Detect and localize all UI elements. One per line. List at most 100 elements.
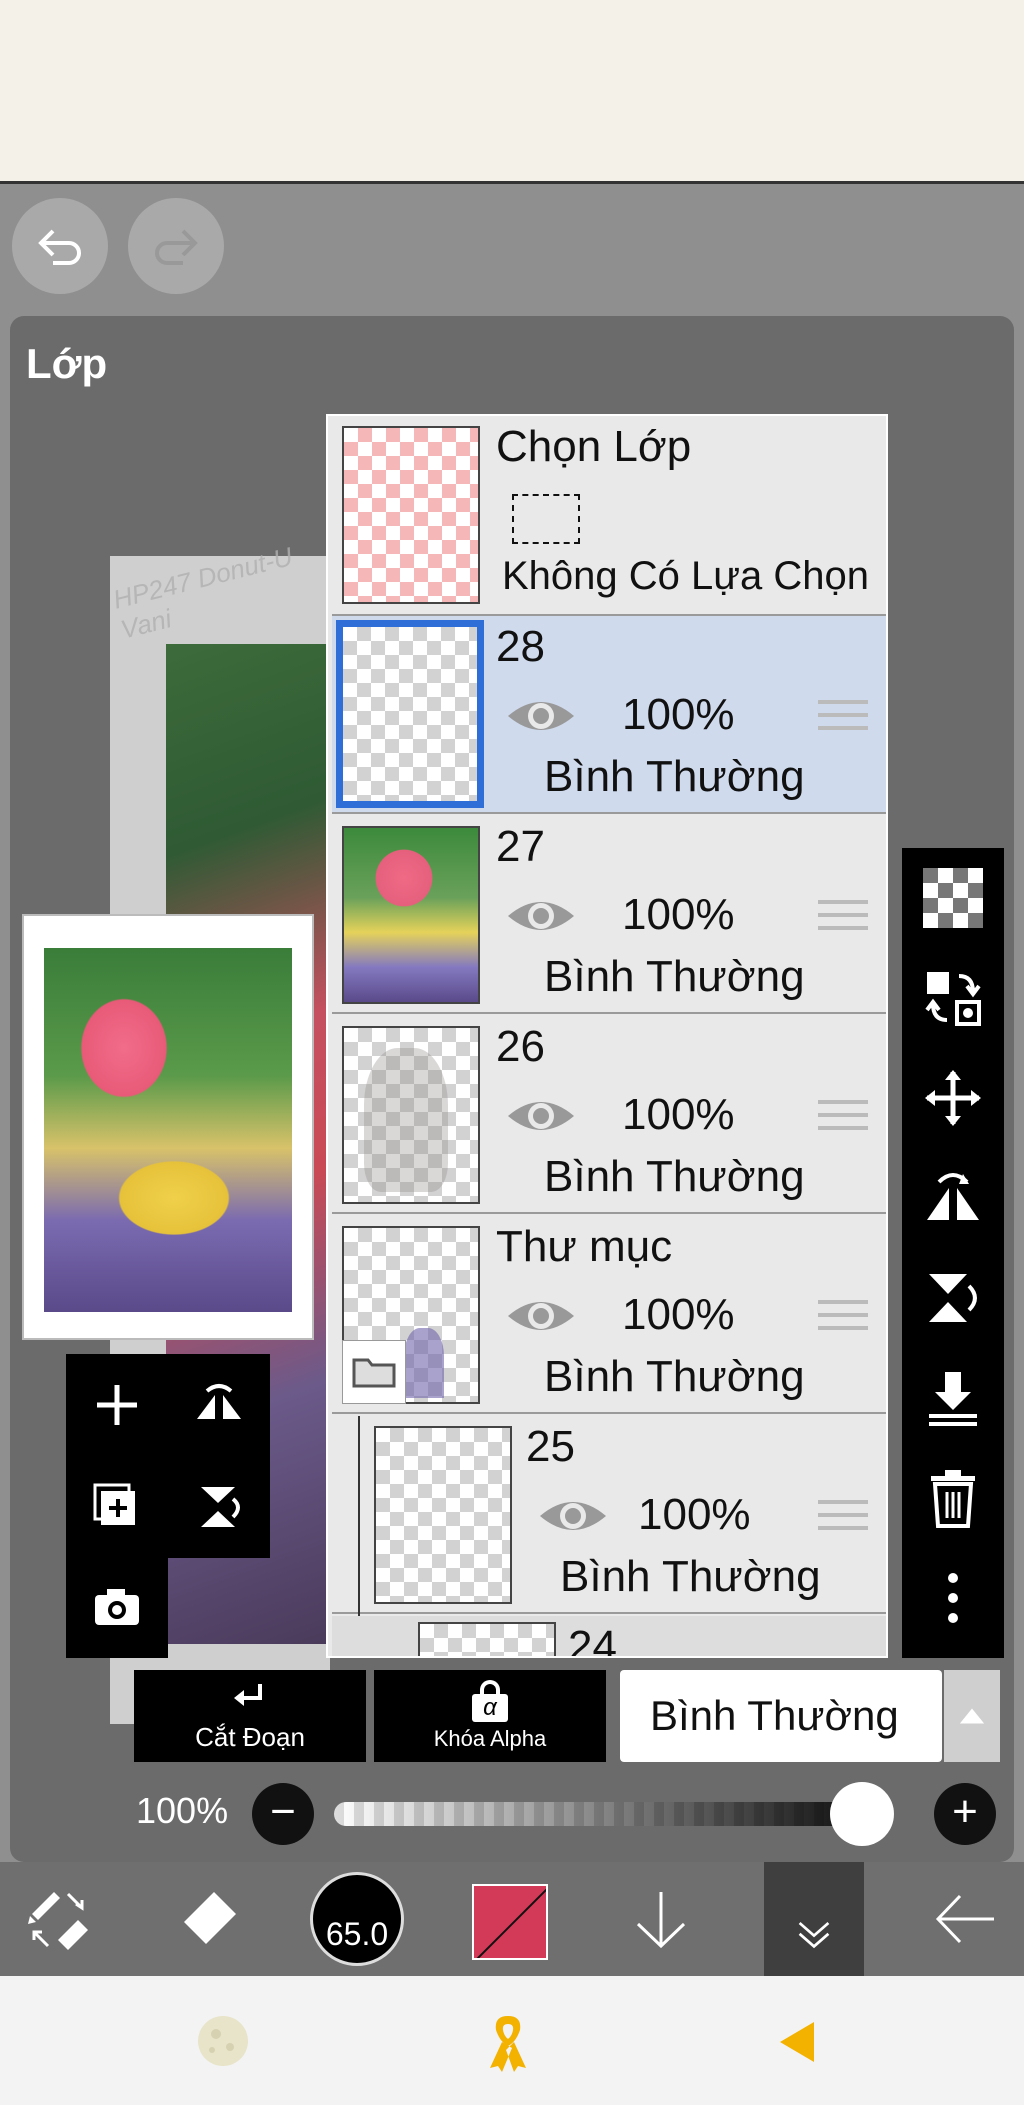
layer-row[interactable]: 24: [332, 1616, 886, 1658]
layer-name: 28: [496, 622, 545, 671]
flip-vertical-icon: [201, 1487, 240, 1527]
layer-name: 25: [526, 1422, 575, 1471]
flip-horizontal-layer-button[interactable]: [902, 1148, 1004, 1248]
merge-down-button[interactable]: [902, 1348, 1004, 1448]
layer-thumbnail: [374, 1426, 512, 1604]
panel-title: Lớp: [26, 340, 108, 387]
blend-mode-select[interactable]: Bình Thường: [620, 1670, 942, 1762]
eye-icon[interactable]: [506, 1094, 576, 1138]
ribbon-icon[interactable]: [484, 2012, 532, 2072]
move-down-button[interactable]: [616, 1862, 706, 1976]
folder-icon[interactable]: [342, 1340, 406, 1404]
trash-icon: [931, 1470, 975, 1528]
layer-name: 24: [568, 1622, 617, 1658]
folder-tree-line: [358, 1416, 360, 1646]
arrow-down-icon: [636, 1892, 686, 1949]
preview-artwork: [44, 948, 292, 1312]
folder-row[interactable]: Thư mục 100% Bình Thường: [332, 1216, 886, 1414]
layer-menu-button[interactable]: [764, 1862, 864, 1976]
clipping-label: Cắt Đoạn: [195, 1721, 305, 1752]
flip-vertical-layer-button[interactable]: [902, 1248, 1004, 1348]
selection-marquee-icon: [512, 494, 580, 544]
eraser-icon: [184, 1892, 236, 1944]
delete-layer-button[interactable]: [902, 1448, 1004, 1548]
layer-blend-mode: Bình Thường: [544, 1352, 805, 1401]
flip-horizontal-icon: [927, 1173, 979, 1220]
drag-handle-icon[interactable]: [818, 700, 868, 730]
selection-layer-row[interactable]: Chọn Lớp Không Có Lựa Chọn: [332, 416, 886, 616]
duplicate-layer-button[interactable]: [66, 1456, 168, 1558]
duplicate-icon: [93, 1483, 135, 1525]
redo-icon: [155, 229, 198, 265]
back-button[interactable]: [920, 1862, 1010, 1976]
layer-blend-mode: Bình Thường: [560, 1552, 821, 1601]
layer-opacity: 100%: [622, 690, 735, 739]
layer-opacity: 100%: [638, 1490, 751, 1539]
eye-icon[interactable]: [506, 694, 576, 738]
undo-button[interactable]: [12, 198, 108, 294]
checkerboard-icon: [923, 868, 983, 928]
top-bar: [0, 0, 1024, 184]
plus-icon: [97, 1385, 137, 1425]
drag-handle-icon[interactable]: [818, 900, 868, 930]
move-icon: [925, 1070, 981, 1126]
drag-handle-icon[interactable]: [818, 1100, 868, 1130]
layer-name: 27: [496, 822, 545, 871]
opacity-slider-track[interactable]: [334, 1802, 894, 1826]
redo-button[interactable]: [128, 198, 224, 294]
camera-button[interactable]: [66, 1556, 168, 1658]
layer-thumbnail: [336, 620, 484, 808]
color-swatch[interactable]: [472, 1884, 548, 1960]
lock-icon: α: [470, 1680, 510, 1722]
layer-blend-mode: Bình Thường: [544, 752, 805, 801]
layer-name: 26: [496, 1022, 545, 1071]
right-toolbar: [902, 848, 1004, 1658]
drag-handle-icon[interactable]: [818, 1300, 868, 1330]
more-options-button[interactable]: [902, 1548, 1004, 1648]
opacity-increase-button[interactable]: +: [934, 1783, 996, 1845]
flip-horizontal-button[interactable]: [168, 1354, 270, 1456]
alpha-lock-label: Khóa Alpha: [433, 1726, 547, 1751]
layer-thumbnail: [342, 1026, 480, 1204]
layer-row[interactable]: 28 100% Bình Thường: [332, 616, 886, 814]
layer-opacity: 100%: [622, 1090, 735, 1139]
flip-vertical-icon: [929, 1274, 977, 1322]
moon-icon[interactable]: [196, 2014, 250, 2068]
selection-layer-name: Chọn Lớp: [496, 422, 692, 471]
left-layer-tools: [66, 1354, 270, 1558]
layer-opacity: 100%: [622, 890, 735, 939]
move-button[interactable]: [902, 1048, 1004, 1148]
add-layer-button[interactable]: [66, 1354, 168, 1456]
eye-icon[interactable]: [506, 1294, 576, 1338]
flip-vertical-button[interactable]: [168, 1456, 270, 1558]
triangle-left-icon[interactable]: [778, 2020, 816, 2064]
eye-icon[interactable]: [538, 1494, 608, 1538]
swap-layers-icon: [925, 972, 981, 1026]
opacity-decrease-button[interactable]: −: [252, 1783, 314, 1845]
blend-mode-dropdown-button[interactable]: [944, 1670, 1000, 1762]
layer-opacity: 100%: [622, 1290, 735, 1339]
tool-switch-button[interactable]: [14, 1862, 104, 1976]
opacity-slider-knob[interactable]: [830, 1782, 894, 1846]
arrow-left-icon: [935, 1894, 994, 1944]
drag-handle-icon[interactable]: [818, 1500, 868, 1530]
clip-arrow-icon: [234, 1683, 262, 1706]
eye-icon[interactable]: [506, 894, 576, 938]
transparency-button[interactable]: [902, 848, 1004, 948]
double-chevron-down-icon: [798, 1921, 830, 1949]
flip-horizontal-icon: [197, 1384, 241, 1419]
selection-status: Không Có Lựa Chọn: [502, 554, 870, 598]
layer-row[interactable]: 27 100% Bình Thường: [332, 816, 886, 1014]
camera-icon: [95, 1589, 139, 1625]
brush-size-indicator[interactable]: 65.0: [310, 1872, 404, 1966]
triangle-up-icon: [959, 1708, 985, 1724]
alpha-lock-button[interactable]: α Khóa Alpha: [374, 1670, 606, 1762]
selection-thumbnail: [342, 426, 480, 604]
layer-row[interactable]: 26 100% Bình Thường: [332, 1016, 886, 1214]
clipping-button[interactable]: Cắt Đoạn: [134, 1670, 366, 1762]
eraser-button[interactable]: [164, 1862, 254, 1976]
layer-thumbnail: [342, 826, 480, 1004]
layer-row[interactable]: 25 100% Bình Thường: [332, 1416, 886, 1646]
move-layer-content-button[interactable]: [902, 948, 1004, 1048]
alpha-glyph: α: [472, 1694, 508, 1722]
